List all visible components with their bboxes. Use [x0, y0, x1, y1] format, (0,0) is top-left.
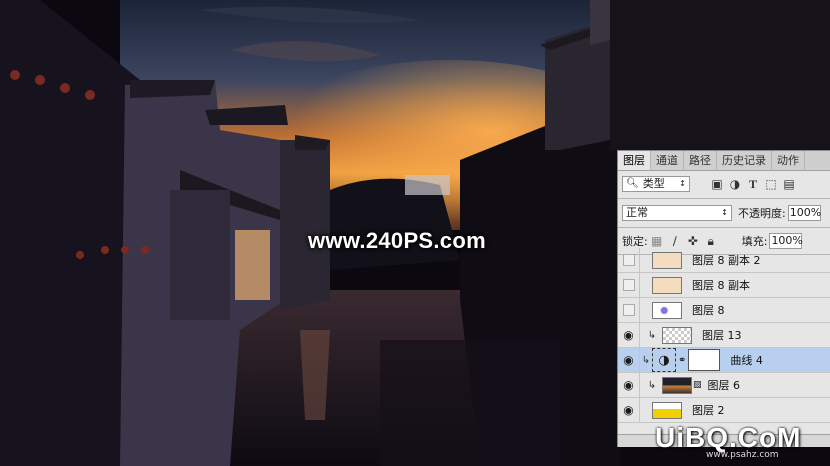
visibility-off-icon [622, 254, 635, 266]
layer-name: 图层 8 副本 [692, 279, 750, 292]
blend-mode-select[interactable]: 正常 ↕ [622, 205, 732, 221]
lock-icon[interactable]: 🔒︎ [702, 234, 720, 249]
layer-name: 图层 6 [707, 379, 741, 392]
eye-icon: ◉ [623, 328, 634, 342]
layer-row-selected[interactable]: ◉ ↳ ◑ ⚭ 曲线 4 [618, 347, 830, 373]
search-icon: 🔍︎ [626, 178, 639, 189]
layer-row[interactable]: 图层 8 副本 [618, 272, 830, 298]
tab-history[interactable]: 历史记录 [717, 151, 772, 170]
eye-icon: ◉ [623, 378, 634, 392]
shape-icon[interactable]: ⬚ [762, 177, 780, 192]
eye-icon: ◉ [623, 403, 634, 417]
visibility-off-icon [622, 304, 635, 316]
blend-row: 正常 ↕ 不透明度: 100% [618, 203, 830, 223]
layer-row[interactable]: ◉ 图层 2 [618, 397, 830, 423]
visibility-toggle[interactable] [618, 272, 640, 298]
layers-panel: 图层 通道 路径 历史记录 动作 🔍︎ 类型 ↕ ▣ ◑ T ⬚ ▤ 正常 ↕ … [617, 150, 830, 447]
layer-name: 图层 2 [692, 404, 725, 417]
filter-type-label: 类型 [642, 177, 665, 190]
opacity-label: 不透明度: [738, 207, 786, 220]
chevron-updown-icon: ↕ [721, 208, 728, 217]
move-icon[interactable]: ✜ [684, 234, 702, 248]
visibility-off-icon [622, 279, 635, 291]
panel-tabs: 图层 通道 路径 历史记录 动作 [618, 151, 830, 171]
filter-row: 🔍︎ 类型 ↕ ▣ ◑ T ⬚ ▤ [618, 173, 830, 195]
text-icon[interactable]: T [744, 177, 762, 192]
fill-label: 填充: [741, 235, 768, 248]
fill-input[interactable]: 100% [769, 233, 803, 249]
layer-thumbnail [652, 401, 682, 419]
layer-thumbnail [652, 301, 682, 319]
layer-name: 图层 8 副本 2 [692, 254, 761, 267]
smart-icon[interactable]: ▤ [780, 177, 798, 192]
visibility-toggle[interactable]: ◉ [618, 322, 640, 348]
tab-paths[interactable]: 路径 [684, 151, 717, 170]
tab-channels[interactable]: 通道 [651, 151, 684, 170]
watermark-text: www.240PS.com [308, 228, 486, 253]
tab-layers[interactable]: 图层 [618, 151, 651, 170]
layer-name: 图层 8 [692, 304, 725, 317]
layer-mask-thumbnail [688, 349, 721, 371]
layer-row[interactable]: 图层 8 副本 2 [618, 247, 830, 273]
layer-thumbnail [662, 326, 692, 344]
adjust-icon[interactable]: ◑ [726, 177, 744, 192]
smart-object-icon: ▧ [693, 380, 702, 390]
lock-transparent-icon[interactable]: ▦ [648, 234, 666, 248]
clip-arrow-icon: ↳ [647, 329, 657, 341]
chevron-updown-icon: ↕ [679, 179, 686, 188]
visibility-toggle[interactable]: ◉ [618, 347, 640, 373]
layer-thumbnail [652, 251, 682, 269]
opacity-input[interactable]: 100% [787, 205, 821, 221]
layer-row[interactable]: 图层 8 [618, 297, 830, 323]
tab-actions[interactable]: 动作 [772, 151, 805, 170]
layer-row[interactable]: ◉ ↳ ▧ 图层 6 [618, 372, 830, 398]
layer-name: 图层 13 [702, 329, 742, 342]
layer-name: 曲线 4 [730, 354, 763, 367]
layer-thumbnail [662, 376, 692, 394]
curves-adjustment-icon: ◑ [652, 348, 676, 372]
image-icon[interactable]: ▣ [708, 177, 726, 192]
layer-row[interactable]: ◉ ↳ 图层 13 [618, 322, 830, 348]
filter-type-select[interactable]: 🔍︎ 类型 ↕ [622, 176, 690, 192]
brush-icon[interactable]: ∕ [666, 234, 684, 248]
site-logo-url: www.psahz.com [706, 450, 779, 460]
visibility-toggle[interactable]: ◉ [618, 397, 640, 423]
visibility-toggle[interactable]: ◉ [618, 372, 640, 398]
eye-icon: ◉ [623, 353, 634, 367]
clip-arrow-icon: ↳ [641, 354, 651, 366]
visibility-toggle[interactable] [618, 247, 640, 273]
divider [618, 198, 830, 199]
link-icon: ⚭ [678, 354, 687, 366]
clip-arrow-icon: ↳ [647, 379, 657, 391]
layer-thumbnail [652, 276, 682, 294]
layer-list: 图层 8 副本 2 图层 8 副本 图层 8 ◉ ↳ 图层 13 ◉ ↳ ◑ ⚭… [618, 247, 830, 434]
blend-mode-value: 正常 [626, 206, 648, 219]
visibility-toggle[interactable] [618, 297, 640, 323]
divider [618, 227, 830, 228]
